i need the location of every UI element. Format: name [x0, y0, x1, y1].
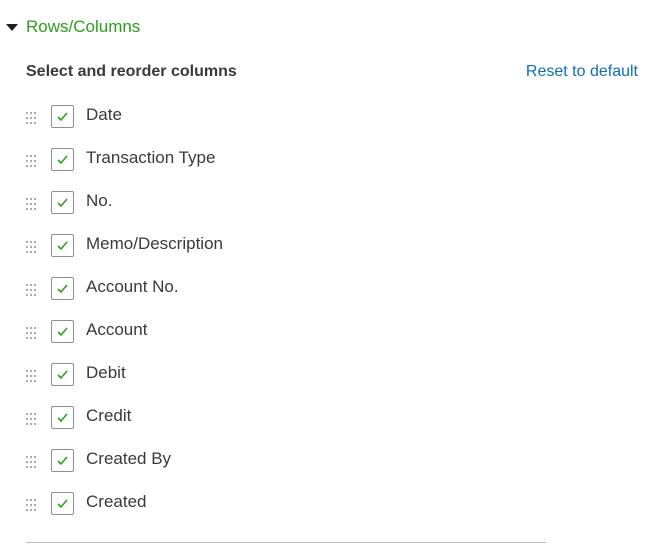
checkmark-icon [57, 370, 68, 380]
reset-to-default-link[interactable]: Reset to default [526, 63, 638, 81]
drag-handle-icon[interactable] [26, 326, 40, 341]
column-row-date: Date [26, 102, 223, 145]
columns-heading: Select and reorder columns [26, 63, 237, 80]
column-label: Debit [86, 363, 126, 382]
column-row-account-no: Account No. [26, 274, 223, 317]
column-list: Date Transaction Type No. Memo/Descripti… [26, 102, 223, 532]
column-label: No. [86, 191, 113, 210]
checkmark-icon [57, 241, 68, 251]
checkmark-icon [57, 327, 68, 337]
drag-handle-icon[interactable] [26, 197, 40, 212]
checkmark-icon [57, 155, 68, 165]
drag-handle-icon[interactable] [26, 111, 40, 126]
column-checkbox-created-by[interactable] [51, 449, 74, 472]
column-row-transaction-type: Transaction Type [26, 145, 223, 188]
column-label: Credit [86, 406, 132, 425]
drag-handle-icon[interactable] [26, 240, 40, 255]
column-row-memo-description: Memo/Description [26, 231, 223, 274]
column-checkbox-transaction-type[interactable] [51, 148, 74, 171]
column-row-credit: Credit [26, 403, 223, 446]
column-checkbox-account[interactable] [51, 320, 74, 343]
column-label: Date [86, 105, 122, 124]
column-checkbox-credit[interactable] [51, 406, 74, 429]
checkmark-icon [57, 284, 68, 294]
checkmark-icon [57, 499, 68, 509]
column-checkbox-memo-description[interactable] [51, 234, 74, 257]
drag-handle-icon[interactable] [26, 498, 40, 513]
drag-handle-icon[interactable] [26, 455, 40, 470]
column-checkbox-created[interactable] [51, 492, 74, 515]
column-row-created: Created [26, 489, 223, 532]
column-row-debit: Debit [26, 360, 223, 403]
column-row-account: Account [26, 317, 223, 360]
drag-handle-icon[interactable] [26, 369, 40, 384]
rows-columns-toggle[interactable]: Rows/Columns [6, 15, 140, 39]
rows-columns-panel: Rows/Columns Select and reorder columns … [0, 0, 670, 550]
column-row-created-by: Created By [26, 446, 223, 489]
column-checkbox-date[interactable] [51, 105, 74, 128]
column-checkbox-debit[interactable] [51, 363, 74, 386]
checkmark-icon [57, 198, 68, 208]
drag-handle-icon[interactable] [26, 154, 40, 169]
column-label: Account [86, 320, 148, 339]
section-divider [26, 542, 546, 543]
column-label: Created [86, 492, 147, 511]
drag-handle-icon[interactable] [26, 283, 40, 298]
column-label: Account No. [86, 277, 179, 296]
checkmark-icon [57, 112, 68, 122]
column-label: Created By [86, 449, 172, 468]
checkmark-icon [57, 456, 68, 466]
drag-handle-icon[interactable] [26, 412, 40, 427]
section-title: Rows/Columns [26, 17, 141, 36]
column-label: Transaction Type [86, 148, 216, 167]
column-checkbox-account-no[interactable] [51, 277, 74, 300]
column-label: Memo/Description [86, 234, 223, 253]
column-checkbox-no[interactable] [51, 191, 74, 214]
column-row-no: No. [26, 188, 223, 231]
checkmark-icon [57, 413, 68, 423]
caret-down-icon [6, 24, 18, 31]
